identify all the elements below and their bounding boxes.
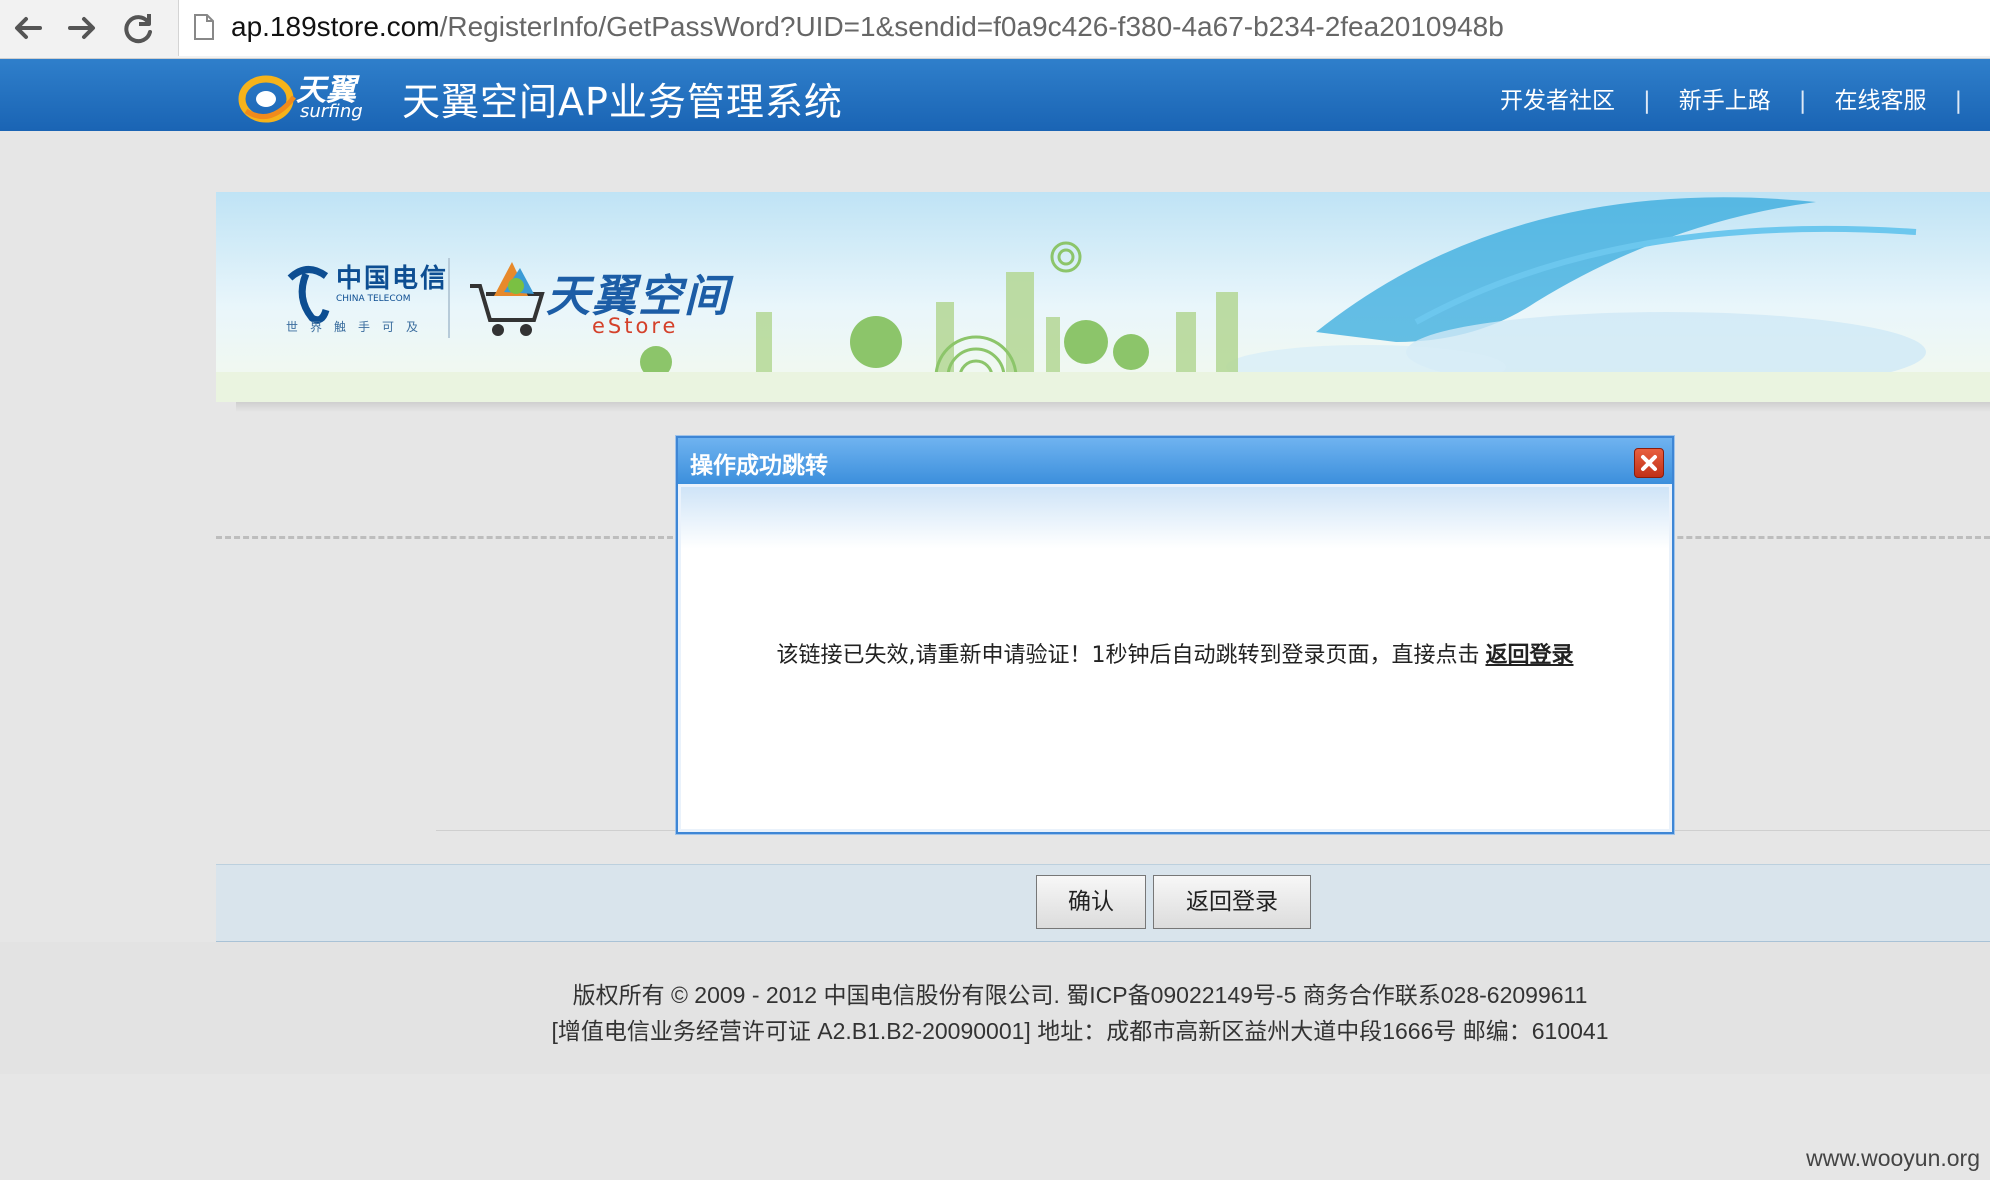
url-host: ap.189store.com [231, 11, 440, 42]
reload-icon[interactable] [118, 8, 158, 48]
separator: | [1798, 88, 1807, 114]
dialog-message: 该链接已失效,请重新申请验证！1秒钟后自动跳转到登录页面，直接点击 [776, 643, 1480, 668]
button-band: 确认 返回登录 [216, 864, 1990, 942]
banner-shadow [236, 402, 1990, 412]
close-icon[interactable] [1634, 448, 1664, 478]
footer-copyright: 版权所有 © 2009 - 2012 中国电信股份有限公司. 蜀ICP备0902… [572, 982, 1588, 1008]
footer: 版权所有 © 2009 - 2012 中国电信股份有限公司. 蜀ICP备0902… [0, 942, 1990, 1074]
top-links: 开发者社区 | 新手上路 | 在线客服 | [1500, 81, 1990, 115]
redirect-dialog: 操作成功跳转 该链接已失效,请重新申请验证！1秒钟后自动跳转到登录页面，直接点击… [676, 436, 1674, 834]
shopping-cart-icon [470, 262, 545, 336]
china-telecom-slogan: 世界触手可及 [286, 320, 431, 334]
dialog-message-line: 该链接已失效,请重新申请验证！1秒钟后自动跳转到登录页面，直接点击 返回登录 [681, 637, 1669, 669]
separator: | [1954, 88, 1963, 114]
logo-sub: surfing [300, 101, 363, 122]
estore-sub: eStore [592, 314, 679, 338]
return-login-button[interactable]: 返回登录 [1153, 875, 1311, 929]
surfing-logo[interactable]: 天翼 surfing [236, 67, 382, 125]
china-telecom-cn: 中国电信 [336, 264, 449, 294]
separator: | [1643, 88, 1651, 114]
page-icon [194, 14, 214, 40]
china-telecom-en: CHINA TELECOM [336, 294, 411, 304]
url-text[interactable]: ap.189store.com/RegisterInfo/GetPassWord… [231, 8, 1504, 46]
forward-arrow-icon[interactable] [62, 8, 102, 48]
link-online-service[interactable]: 在线客服 [1835, 88, 1927, 114]
logo-divider [448, 258, 450, 338]
browser-toolbar: ap.189store.com/RegisterInfo/GetPassWord… [0, 0, 1990, 59]
address-bar[interactable]: ap.189store.com/RegisterInfo/GetPassWord… [178, 0, 1990, 56]
link-newbie-guide[interactable]: 新手上路 [1679, 88, 1771, 114]
top-header: 天翼 surfing 天翼空间AP业务管理系统 开发者社区 | 新手上路 | 在线客服 | [0, 59, 1990, 131]
watermark: www.wooyun.org [1806, 1145, 1980, 1171]
dialog-header: 操作成功跳转 [678, 438, 1672, 484]
back-arrow-icon[interactable] [8, 8, 48, 48]
dialog-return-login-link[interactable]: 返回登录 [1485, 643, 1573, 668]
dialog-body: 该链接已失效,请重新申请验证！1秒钟后自动跳转到登录页面，直接点击 返回登录 [678, 484, 1672, 832]
confirm-button[interactable]: 确认 [1036, 875, 1146, 929]
url-path: /RegisterInfo/GetPassWord?UID=1&sendid=f… [439, 11, 1504, 42]
dialog-title: 操作成功跳转 [690, 453, 828, 479]
system-title: 天翼空间AP业务管理系统 [402, 80, 843, 124]
link-developer-community[interactable]: 开发者社区 [1500, 88, 1615, 114]
footer-license: [增值电信业务经营许可证 A2.B1.B2-20090001] 地址：成都市高新… [551, 1018, 1609, 1044]
estore-banner: 中国电信 CHINA TELECOM 世界触手可及 天翼空间 eStore [216, 192, 1990, 402]
